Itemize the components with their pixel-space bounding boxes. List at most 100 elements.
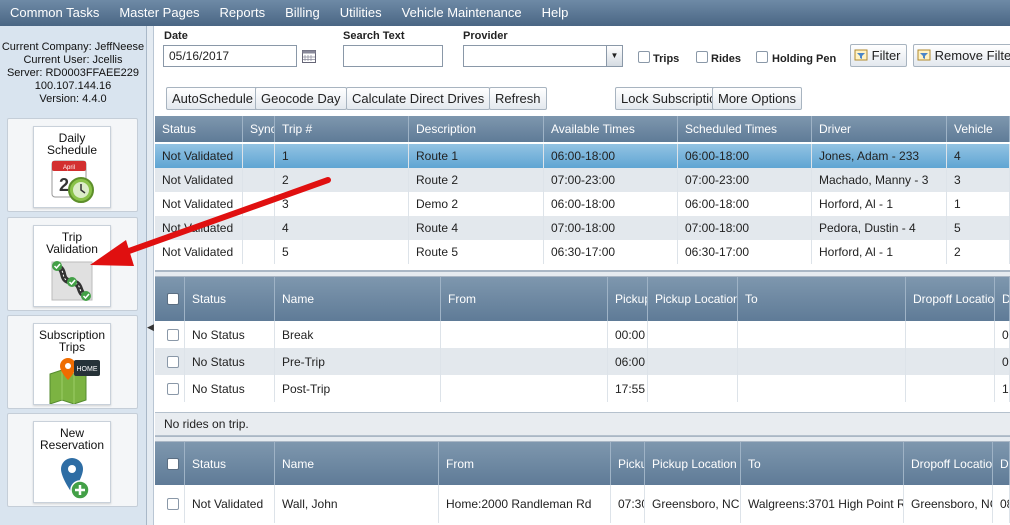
action-button[interactable]: More Options bbox=[712, 87, 803, 110]
remove-filter-button[interactable]: Remove Filte bbox=[913, 44, 1010, 67]
provider-select[interactable]: ▼ bbox=[463, 45, 623, 67]
column-header[interactable]: To bbox=[741, 442, 904, 485]
trip-validation-tile[interactable]: Trip Validation bbox=[7, 217, 138, 311]
column-header[interactable]: Name bbox=[275, 442, 439, 485]
row-checkbox[interactable] bbox=[167, 382, 179, 395]
column-header[interactable]: Dropoff Location bbox=[904, 442, 993, 485]
calendar-picker-icon[interactable] bbox=[302, 49, 316, 63]
action-button[interactable]: AutoSchedule bbox=[166, 87, 259, 110]
table-cell: 07:00-23:00 bbox=[678, 168, 812, 192]
date-label: Date bbox=[164, 30, 188, 42]
table-cell: Break bbox=[275, 321, 441, 348]
table-row[interactable]: Not Validated 2 Route 2 07:00-23:00 07:00-23… bbox=[155, 168, 1010, 192]
date-input[interactable]: 05/16/2017 bbox=[163, 45, 297, 67]
table-cell: 17:55 bbox=[608, 375, 648, 402]
trips-label: Trips bbox=[653, 53, 680, 65]
table-cell: Post-Trip bbox=[275, 375, 441, 402]
table-row[interactable]: No Status Break 00:00 0 bbox=[155, 321, 1010, 348]
main-panel: Date 05/16/2017 Search Text Provider ▼ T… bbox=[155, 26, 1010, 525]
table-cell: Not Validated bbox=[155, 216, 243, 240]
daily-schedule-tile[interactable]: Daily Schedule April 2 bbox=[7, 118, 138, 212]
location-add-icon bbox=[61, 458, 90, 500]
table-row[interactable]: Not Validated 5 Route 5 06:30-17:00 06:30-17… bbox=[155, 240, 1010, 264]
table-cell: 06:00-18:00 bbox=[678, 144, 812, 168]
trip-validation-card[interactable]: Trip Validation bbox=[33, 225, 111, 307]
column-header[interactable]: Trip # bbox=[275, 116, 409, 142]
row-checkbox[interactable] bbox=[167, 498, 179, 510]
row-checkbox[interactable] bbox=[167, 328, 179, 341]
menu-item[interactable]: Master Pages bbox=[109, 0, 209, 26]
column-header[interactable]: Available Times bbox=[544, 116, 678, 142]
column-header[interactable]: Pickup bbox=[608, 277, 648, 321]
select-all-checkbox[interactable] bbox=[167, 457, 179, 470]
column-header[interactable]: Pickup Location bbox=[645, 442, 741, 485]
table-cell bbox=[648, 321, 738, 348]
column-header[interactable]: Status bbox=[185, 277, 275, 321]
table-row[interactable]: No Status Pre-Trip 06:00 0 bbox=[155, 348, 1010, 375]
tile-label: Trips bbox=[58, 340, 86, 354]
table-row[interactable]: Not Validated 4 Route 4 07:00-18:00 07:00-18… bbox=[155, 216, 1010, 240]
trips-checkbox[interactable] bbox=[638, 51, 650, 63]
header-select-all bbox=[155, 442, 185, 485]
column-header[interactable]: Dropoff Location bbox=[906, 277, 995, 321]
column-header[interactable]: Pickup bbox=[611, 442, 645, 485]
column-header[interactable]: Vehicle bbox=[947, 116, 1010, 142]
table-cell bbox=[648, 348, 738, 375]
action-button[interactable]: Refresh bbox=[489, 87, 547, 110]
subscription-trips-card[interactable]: Subscription Trips HOME bbox=[33, 323, 111, 405]
column-header[interactable]: To bbox=[738, 277, 906, 321]
table-row[interactable]: Not Validated Wall, John Home:2000 Randlem… bbox=[155, 485, 1010, 523]
home-label: HOME bbox=[77, 366, 98, 373]
chevron-down-icon[interactable]: ▼ bbox=[606, 46, 622, 66]
filter-button[interactable]: Filter bbox=[850, 44, 907, 67]
column-header[interactable]: From bbox=[441, 277, 608, 321]
table-cell: 06:30-17:00 bbox=[678, 240, 812, 264]
holding-pen-checkbox[interactable] bbox=[756, 51, 768, 63]
menu-item[interactable]: Vehicle Maintenance bbox=[392, 0, 532, 26]
new-reservation-card[interactable]: New Reservation bbox=[33, 421, 111, 503]
table-cell: 07:00-23:00 bbox=[544, 168, 678, 192]
table-row[interactable]: Not Validated 1 Route 1 06:00-18:00 06:00-18… bbox=[155, 144, 1010, 168]
column-header[interactable]: D bbox=[995, 277, 1010, 321]
table-row[interactable]: No Status Post-Trip 17:55 1 bbox=[155, 375, 1010, 402]
table-cell: 4 bbox=[947, 144, 1010, 168]
column-header[interactable]: Dr bbox=[993, 442, 1010, 485]
table-cell bbox=[906, 348, 995, 375]
action-button[interactable]: Geocode Day bbox=[255, 87, 347, 110]
remove-filter-label: Remove Filte bbox=[934, 48, 1010, 63]
column-header[interactable]: Status bbox=[185, 442, 275, 485]
menu-item[interactable]: Help bbox=[532, 0, 579, 26]
column-header[interactable]: Scheduled Times bbox=[678, 116, 812, 142]
search-text-input[interactable] bbox=[343, 45, 443, 67]
table-cell: 2 bbox=[275, 168, 409, 192]
daily-schedule-card[interactable]: Daily Schedule April 2 bbox=[33, 126, 111, 208]
rides-checkbox[interactable] bbox=[696, 51, 708, 63]
column-header[interactable]: Description bbox=[409, 116, 544, 142]
rides-label: Rides bbox=[711, 53, 741, 65]
grid-header: StatusNameFromPickupPickup LocationToDro… bbox=[155, 277, 1010, 321]
table-cell: 1 bbox=[995, 375, 1010, 402]
app-version: Version: 4.4.0 bbox=[39, 93, 107, 105]
new-reservation-tile[interactable]: New Reservation bbox=[7, 413, 138, 507]
action-button[interactable]: Calculate Direct Drives bbox=[346, 87, 491, 110]
table-cell: Not Validated bbox=[155, 168, 243, 192]
table-cell: 06:00-18:00 bbox=[544, 144, 678, 168]
menu-item[interactable]: Reports bbox=[210, 0, 276, 26]
column-header[interactable]: Status bbox=[155, 116, 243, 142]
table-cell: 5 bbox=[275, 240, 409, 264]
menu-item[interactable]: Common Tasks bbox=[0, 0, 109, 26]
column-header[interactable]: Name bbox=[275, 277, 441, 321]
collapse-arrow-icon[interactable]: ◀ bbox=[147, 322, 154, 333]
column-header[interactable]: From bbox=[439, 442, 611, 485]
menu-item[interactable]: Utilities bbox=[330, 0, 392, 26]
column-header[interactable]: Driver bbox=[812, 116, 947, 142]
table-row[interactable]: Not Validated 3 Demo 2 06:00-18:00 06:00-18:… bbox=[155, 192, 1010, 216]
menu-item[interactable]: Billing bbox=[275, 0, 330, 26]
table-cell bbox=[441, 348, 608, 375]
column-header[interactable]: Pickup Location bbox=[648, 277, 738, 321]
subscription-trips-tile[interactable]: Subscription Trips HOME bbox=[7, 315, 138, 409]
select-all-checkbox[interactable] bbox=[167, 293, 179, 305]
column-header[interactable]: Sync bbox=[243, 116, 275, 142]
row-checkbox[interactable] bbox=[167, 355, 179, 368]
sidebar-splitter[interactable]: ◀ bbox=[147, 26, 154, 525]
